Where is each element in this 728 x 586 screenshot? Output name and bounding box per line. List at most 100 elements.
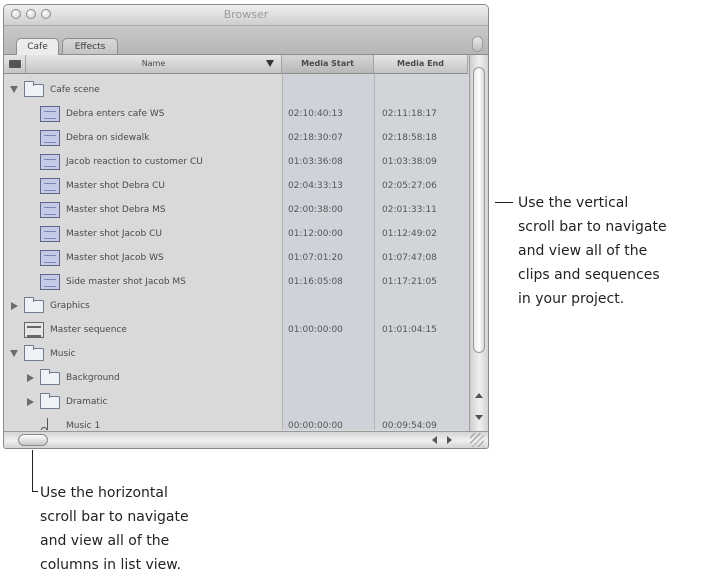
column-header-media-end[interactable]: Media End [374,55,468,73]
callout-line: clips and sequences [518,267,660,283]
disclosure-open-icon[interactable] [10,86,18,93]
callout-line: and view all of the [40,533,170,549]
item-name: Master shot Jacob CU [66,229,162,239]
list-item[interactable]: Music [4,342,468,366]
disclosure-closed-icon[interactable] [27,374,34,382]
media-end-value: 01:01:04:15 [382,325,437,335]
tab-effects[interactable]: Effects [62,38,118,54]
clip-icon [40,106,60,122]
list-item[interactable]: Debra enters cafe WS 02:10:40:13 02:11:18:… [4,102,468,126]
column-header: Name Media Start Media End [4,55,468,74]
vertical-scrollbar[interactable] [469,55,488,431]
list-item[interactable]: Cafe scene [4,78,468,102]
media-start-value: 02:04:33:13 [288,181,343,191]
disclosure-closed-icon[interactable] [11,302,18,310]
item-name: Cafe scene [50,85,100,95]
item-name: Music [50,349,76,359]
media-start-value: 02:18:30:07 [288,133,343,143]
list-item[interactable]: Master shot Jacob CU 01:12:00:00 01:12:49:… [4,222,468,246]
column-header-name[interactable]: Name [26,55,282,73]
list-item[interactable]: Background [4,366,468,390]
folder-icon [9,60,21,68]
media-start-value: 02:00:38:00 [288,205,343,215]
media-end-value: 01:07:47:08 [382,253,437,263]
window-title: Browser [223,8,269,21]
toolbar-toggle-button[interactable] [472,36,483,52]
audio-clip-icon [40,418,54,430]
item-list[interactable]: Cafe scene Debra enters cafe WS 02:10:40:1… [4,74,468,430]
vertical-scroll-thumb[interactable] [473,67,485,353]
media-end-value: 01:03:38:09 [382,157,437,167]
item-name: Master sequence [50,325,127,335]
sort-arrow-icon [266,60,274,67]
folder-icon [24,81,44,97]
clip-icon [40,202,60,218]
callout-line: and view all of the [518,243,648,259]
item-name: Side master shot Jacob MS [66,277,186,287]
callout-line: Use the horizontal [40,485,168,501]
media-start-value: 01:07:01:20 [288,253,343,263]
item-name: Jacob reaction to customer CU [66,157,203,167]
horizontal-scrollbar[interactable] [4,431,488,448]
tab-cafe[interactable]: Cafe [16,38,59,55]
callout-line: scroll bar to navigate [40,509,189,525]
media-end-value: 00:09:54:09 [382,421,437,430]
tab-strip: Cafe Effects [4,26,488,55]
column-header-name-label: Name [141,59,166,68]
media-end-value: 01:17:21:05 [382,277,437,287]
column-header-media-start[interactable]: Media Start [282,55,374,73]
scroll-down-arrow-icon[interactable] [475,415,483,420]
browser-window: Browser Cafe Effects Name Media Start Me… [3,4,489,449]
list-item[interactable]: Jacob reaction to customer CU 01:03:36:08… [4,150,468,174]
scroll-left-arrow-icon[interactable] [432,436,437,444]
vertical-callout-leader [495,202,513,203]
callout-line: columns in list view. [40,557,181,573]
callout-line: scroll bar to navigate [518,219,667,235]
item-name: Background [66,373,120,383]
callout-line: Use the vertical [518,195,629,211]
folder-icon [24,297,44,313]
list-item[interactable]: Graphics [4,294,468,318]
media-start-value: 01:16:05:08 [288,277,343,287]
disclosure-open-icon[interactable] [10,350,18,357]
resize-grip-icon[interactable] [470,433,484,447]
clip-icon [40,178,60,194]
scroll-right-arrow-icon[interactable] [447,436,452,444]
media-start-value: 01:00:00:00 [288,325,343,335]
vertical-scroll-callout: Use the vertical scroll bar to navigate … [518,191,728,311]
item-name: Graphics [50,301,90,311]
horizontal-scroll-callout: Use the horizontal scroll bar to navigat… [40,481,280,577]
scroll-up-arrow-icon[interactable] [475,393,483,398]
folder-icon [24,345,44,361]
clip-icon [40,130,60,146]
list-item[interactable]: Master shot Debra MS 02:00:38:00 02:01:33:… [4,198,468,222]
media-end-value: 02:18:58:18 [382,133,437,143]
media-end-value: 01:12:49:02 [382,229,437,239]
title-bar[interactable]: Browser [4,5,488,26]
list-item[interactable]: Dramatic [4,390,468,414]
list-item[interactable]: Side master shot Jacob MS 01:16:05:08 01:1… [4,270,468,294]
clip-icon [40,250,60,266]
media-end-value: 02:01:33:11 [382,205,437,215]
folder-icon [40,393,60,409]
horizontal-scroll-thumb[interactable] [18,434,48,446]
item-name: Master shot Debra CU [66,181,166,191]
list-item[interactable]: Master shot Debra CU 02:04:33:13 02:05:27:… [4,174,468,198]
list-item[interactable]: Master shot Jacob WS 01:07:01:20 01:07:47:… [4,246,468,270]
folder-icon [40,369,60,385]
media-start-value: 01:12:00:00 [288,229,343,239]
column-header-folder[interactable] [4,55,26,73]
item-name: Music 1 [66,421,101,430]
media-start-value: 00:00:00:00 [288,421,343,430]
callout-line: in your project. [518,291,625,307]
list-item[interactable]: Debra on sidewalk 02:18:30:07 02:18:58:18 [4,126,468,150]
list-item[interactable]: Music 1 00:00:00:00 00:09:54:09 [4,414,468,430]
media-start-value: 02:10:40:13 [288,109,343,119]
list-item[interactable]: Master sequence 01:00:00:00 01:01:04:15 [4,318,468,342]
horizontal-callout-leader [32,450,33,492]
item-name: Master shot Jacob WS [66,253,164,263]
media-end-value: 02:11:18:17 [382,109,437,119]
disclosure-closed-icon[interactable] [27,398,34,406]
item-name: Dramatic [66,397,108,407]
item-name: Master shot Debra MS [66,205,166,215]
